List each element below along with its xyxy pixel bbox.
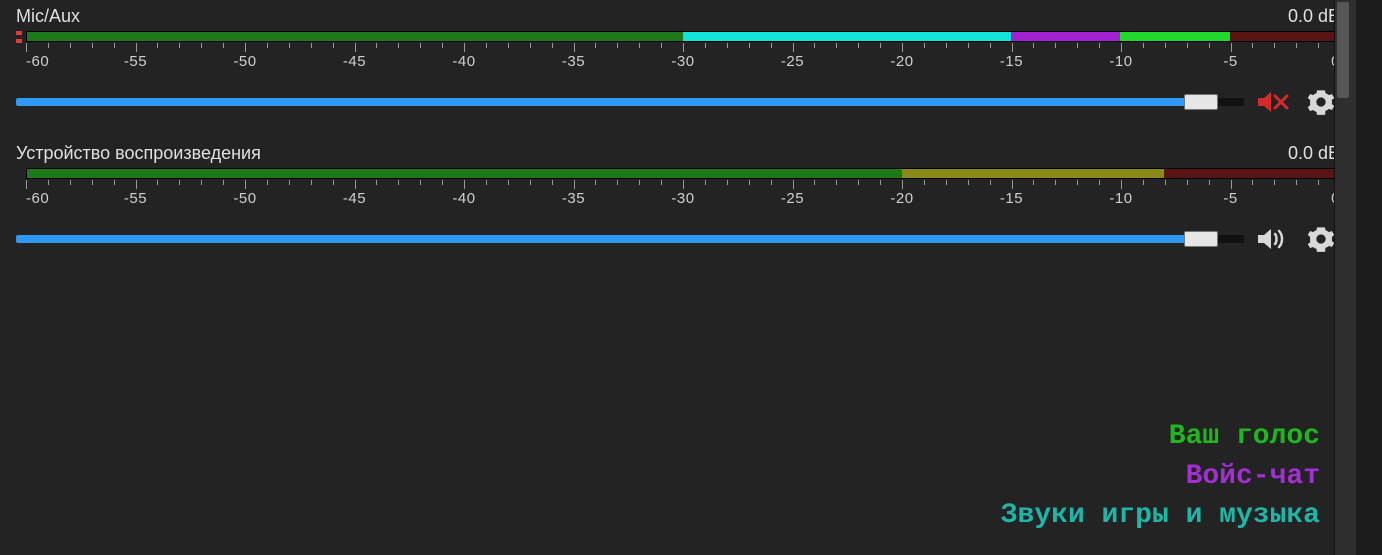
level-meter: -60-55-50-45-40-35-30-25-20-15-10-50 (16, 31, 1340, 75)
legend-item-voicechat: Войс-чат (1001, 457, 1320, 496)
audio-mixer-panel: Mic/Aux 0.0 dB -60-55-50-45-40-35-30-25-… (0, 0, 1356, 555)
scrollbar-thumb[interactable] (1337, 2, 1349, 98)
scrollbar[interactable] (1334, 0, 1356, 555)
color-legend: Ваш голос Войс-чат Звуки игры и музыка (1001, 417, 1320, 535)
channel-db-readout: 0.0 dB (1288, 6, 1340, 27)
volume-slider[interactable] (16, 235, 1244, 243)
legend-item-voice: Ваш голос (1001, 417, 1320, 456)
channel-name: Устройство воспроизведения (16, 143, 261, 164)
gear-icon (1307, 225, 1335, 253)
clip-indicator-icon (16, 31, 22, 49)
mute-button[interactable] (1254, 224, 1292, 254)
volume-slider-thumb[interactable] (1184, 94, 1218, 110)
mute-button[interactable] (1254, 87, 1292, 117)
legend-item-game: Звуки игры и музыка (1001, 496, 1320, 535)
mixer-channel: Mic/Aux 0.0 dB -60-55-50-45-40-35-30-25-… (0, 4, 1356, 127)
mixer-channel: Устройство воспроизведения 0.0 dB -60-55… (0, 141, 1356, 264)
channel-db-readout: 0.0 dB (1288, 143, 1340, 164)
speaker-on-icon (1256, 226, 1290, 252)
speaker-muted-icon (1256, 89, 1290, 115)
level-meter: -60-55-50-45-40-35-30-25-20-15-10-50 (16, 168, 1340, 212)
volume-slider-thumb[interactable] (1184, 231, 1218, 247)
volume-slider[interactable] (16, 98, 1244, 106)
channel-name: Mic/Aux (16, 6, 80, 27)
gear-icon (1307, 88, 1335, 116)
